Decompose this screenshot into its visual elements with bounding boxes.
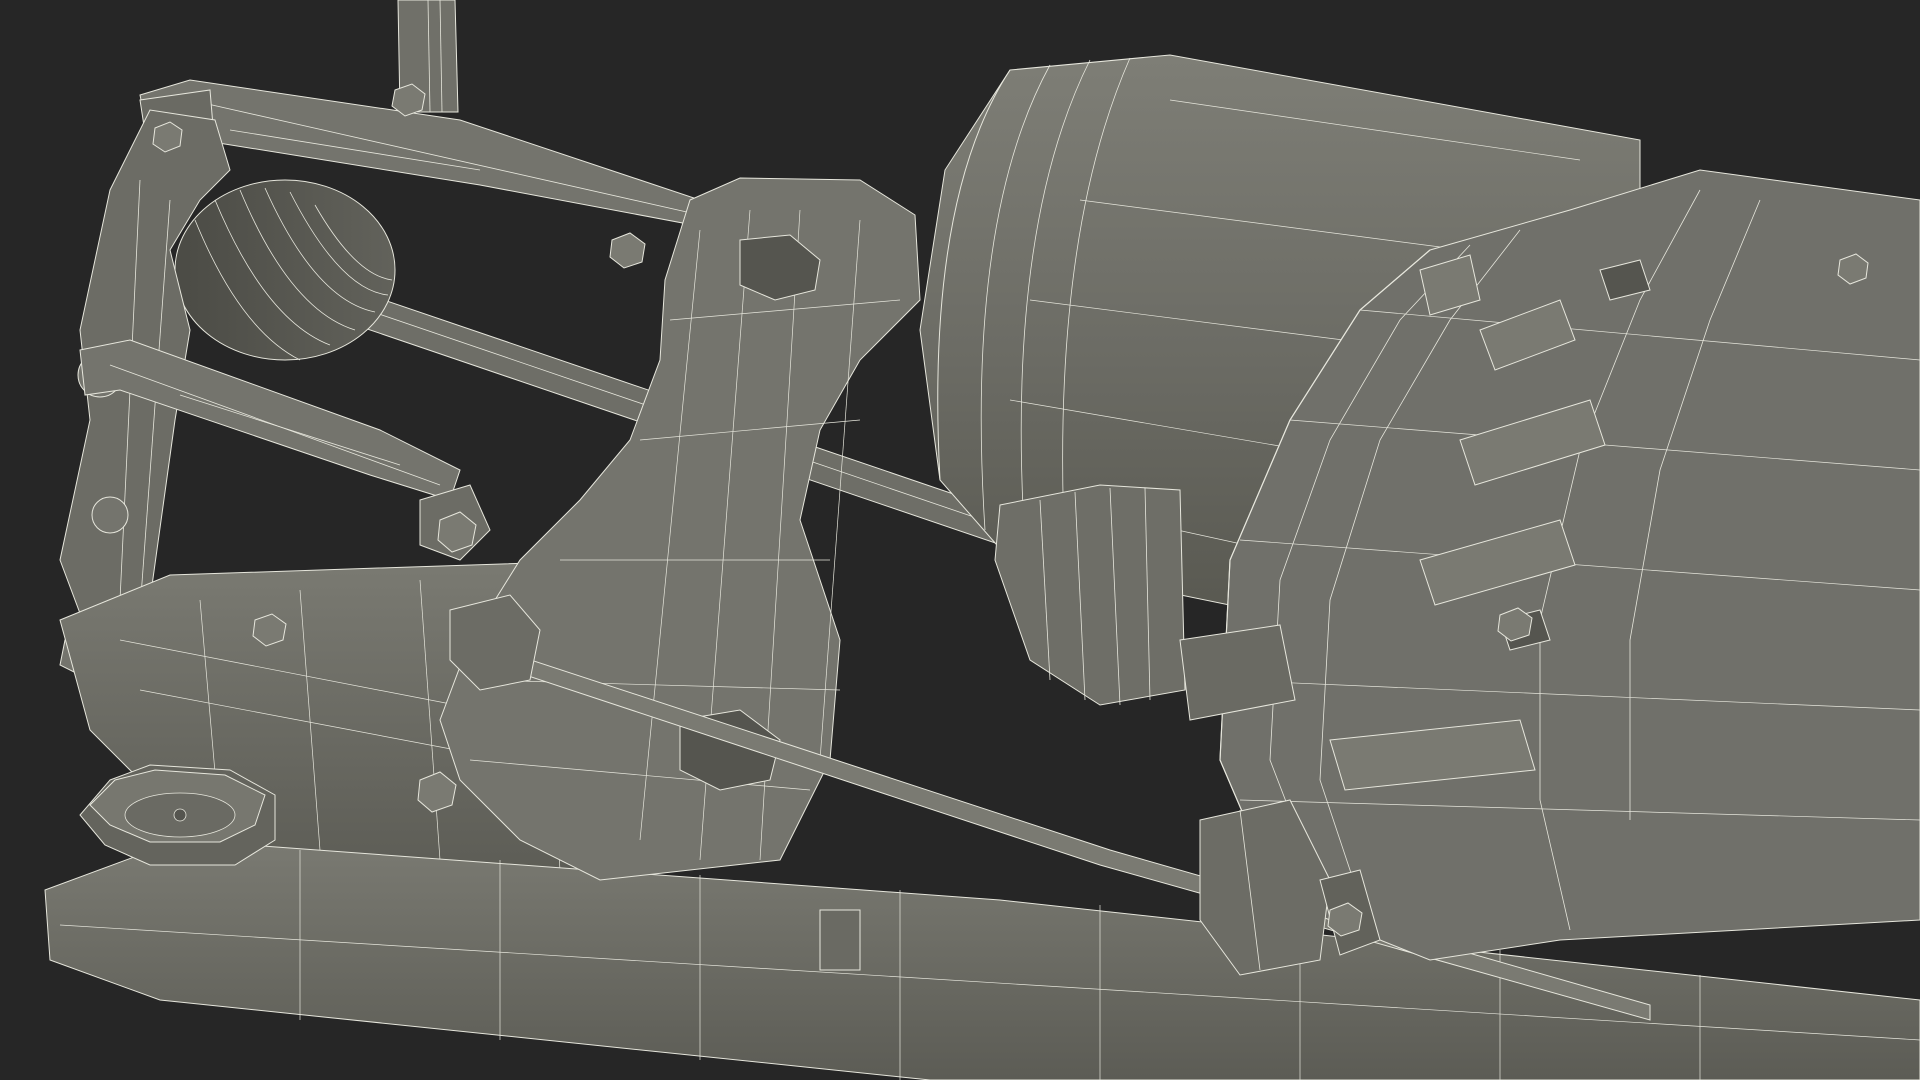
wireframe-render-canvas <box>0 0 1920 1080</box>
cv-boot <box>174 179 396 361</box>
